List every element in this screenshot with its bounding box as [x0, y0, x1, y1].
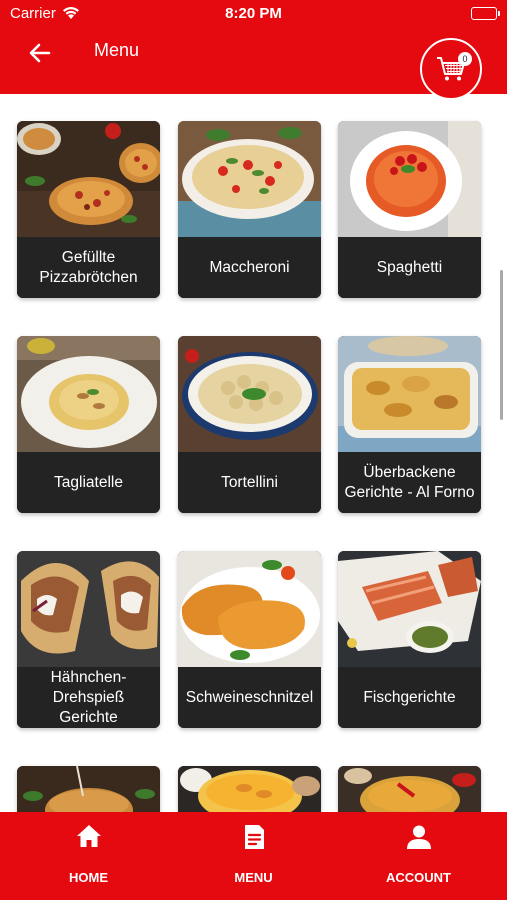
cart-count-badge: 0	[458, 52, 472, 66]
salmon-fish-photo	[338, 551, 481, 667]
burger-photo	[17, 766, 160, 812]
back-arrow-icon	[29, 43, 51, 63]
chicken-doner-wrap-photo	[17, 551, 160, 667]
category-card[interactable]	[17, 766, 160, 812]
category-label: Tortellini	[178, 452, 321, 513]
curry-bowl-photo	[178, 766, 321, 812]
status-time: 8:20 PM	[225, 5, 282, 22]
account-icon	[406, 825, 431, 849]
category-label: Gefüllte Pizzabrötchen	[17, 237, 160, 298]
maccheroni-salad-photo	[178, 121, 321, 237]
category-card[interactable]	[178, 766, 321, 812]
category-label: Spaghetti	[338, 237, 481, 298]
tagliatelle-plate-photo	[17, 336, 160, 452]
spaghetti-tomato-photo	[338, 121, 481, 237]
page-title: Menu	[94, 40, 140, 60]
category-card[interactable]: Gefüllte Pizzabrötchen	[17, 121, 160, 298]
menu-list-icon	[244, 825, 264, 849]
stuffed-pizza-rolls-photo	[17, 121, 160, 237]
category-card[interactable]: Maccheroni	[178, 121, 321, 298]
bottom-navigation: HOME MENU ACCOUNT	[0, 812, 507, 900]
category-card[interactable]: Hähnchen-Drehspieß Gerichte	[17, 551, 160, 728]
nav-item-account[interactable]: ACCOUNT	[334, 812, 503, 900]
nav-item-menu[interactable]: MENU	[169, 812, 338, 900]
home-icon	[76, 825, 101, 847]
category-label: Überbackene Gerichte - Al Forno	[338, 452, 481, 513]
cart-button[interactable]: 0	[420, 38, 482, 100]
nav-label-account: ACCOUNT	[386, 870, 451, 885]
tortellini-bowl-photo	[178, 336, 321, 452]
soup-bowl-photo	[338, 766, 481, 812]
category-label: Schweineschnitzel	[178, 667, 321, 728]
category-card[interactable]: Tagliatelle	[17, 336, 160, 513]
category-card[interactable]: Fischgerichte	[338, 551, 481, 728]
category-label: Fischgerichte	[338, 667, 481, 728]
category-card[interactable]: Schweineschnitzel	[178, 551, 321, 728]
baked-casserole-photo	[338, 336, 481, 452]
category-label: Hähnchen-Drehspieß Gerichte	[17, 667, 160, 728]
category-card[interactable]: Spaghetti	[338, 121, 481, 298]
nav-item-home[interactable]: HOME	[4, 812, 173, 900]
category-card[interactable]: Überbackene Gerichte - Al Forno	[338, 336, 481, 513]
category-grid[interactable]: Gefüllte Pizzabrötchen Maccheroni Spaghe…	[0, 94, 507, 812]
nav-label-home: HOME	[69, 870, 108, 885]
app-header: Menu 0	[0, 28, 507, 100]
category-label: Maccheroni	[178, 237, 321, 298]
back-button[interactable]	[22, 38, 58, 68]
nav-label-menu: MENU	[234, 870, 273, 885]
status-bar: Carrier 8:20 PM	[0, 0, 507, 28]
scroll-indicator[interactable]	[500, 270, 503, 420]
category-label: Tagliatelle	[17, 452, 160, 513]
category-card[interactable]	[338, 766, 481, 812]
pork-schnitzel-photo	[178, 551, 321, 667]
category-card[interactable]: Tortellini	[178, 336, 321, 513]
battery-icon	[471, 7, 500, 20]
